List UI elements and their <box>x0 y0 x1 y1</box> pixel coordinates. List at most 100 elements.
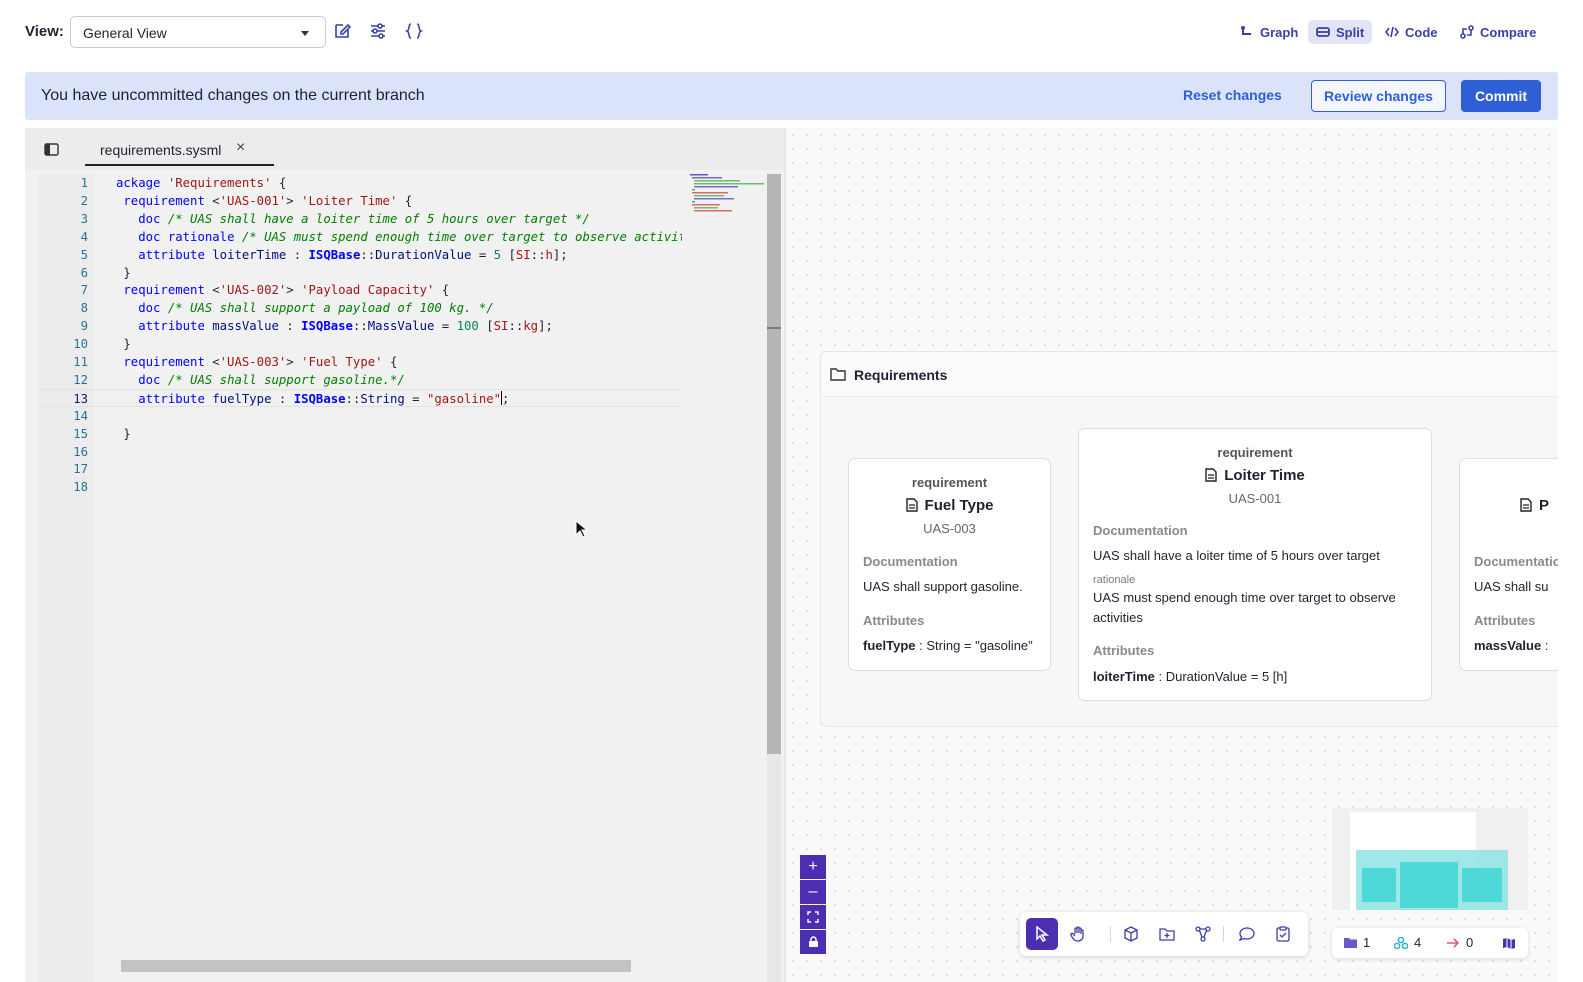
attributes-label: Attributes <box>863 613 925 628</box>
pan-tool[interactable] <box>1062 918 1094 950</box>
horizontal-scrollbar-thumb[interactable] <box>121 960 631 972</box>
reset-changes-button[interactable]: Reset changes <box>1183 87 1282 103</box>
graph-icon <box>1241 26 1251 35</box>
mode-graph-button[interactable]: Graph <box>1232 20 1306 44</box>
vertical-scrollbar-thumb[interactable] <box>767 174 781 754</box>
card-name-text: Fuel Type <box>924 497 994 514</box>
code-line-text: } <box>116 337 131 352</box>
element-count: 4 <box>1394 935 1421 950</box>
mode-compare-button[interactable]: Compare <box>1452 20 1544 44</box>
attribute-name: fuelType <box>863 638 916 653</box>
code-line[interactable]: 15 } <box>38 425 682 443</box>
card-stereotype: requirement <box>1217 445 1293 460</box>
document-icon <box>1205 468 1217 482</box>
add-package-tool[interactable] <box>1151 918 1183 950</box>
braces-icon[interactable] <box>405 22 423 40</box>
code-line[interactable]: 2 requirement <'UAS-001'> 'Loiter Time' … <box>38 192 682 210</box>
code-minimap[interactable] <box>688 174 768 214</box>
code-line-text: requirement <'UAS-003'> 'Fuel Type' { <box>123 355 398 369</box>
line-number: 7 <box>80 283 88 298</box>
line-number: 4 <box>80 229 88 244</box>
mode-code-button[interactable]: Code <box>1377 20 1446 44</box>
commit-button[interactable]: Commit <box>1461 80 1541 112</box>
line-number: 9 <box>80 319 88 334</box>
attributes-label: Attributes <box>1093 643 1155 658</box>
attribute-row: massValue : <box>1474 638 1548 653</box>
code-line[interactable]: 13 attribute fuelType : ISQBase::String … <box>38 388 682 407</box>
folder-plus-icon <box>1159 928 1175 941</box>
diagram-canvas[interactable]: Requirements requirement Fuel Type UAS-0… <box>786 128 1558 982</box>
mode-split-button[interactable]: Split <box>1308 20 1373 44</box>
code-line[interactable]: 17 <box>38 460 682 478</box>
attribute-value: : String = "gasoline" <box>915 638 1033 653</box>
line-number: 14 <box>73 408 88 423</box>
line-number: 10 <box>73 337 88 352</box>
add-requirement-tool[interactable] <box>1267 918 1299 950</box>
card-name: Fuel Type <box>849 497 1050 514</box>
code-line[interactable]: 1 ackage 'Requirements' { <box>38 174 682 192</box>
close-icon[interactable]: × <box>236 139 245 157</box>
select-tool[interactable] <box>1026 918 1058 950</box>
attribute-row: fuelType : String = "gasoline" <box>863 638 1033 653</box>
line-number: 5 <box>80 247 88 262</box>
code-line[interactable]: 9 attribute massValue : ISQBase::MassVal… <box>38 317 682 335</box>
code-line[interactable]: 10 } <box>38 335 682 353</box>
code-line[interactable]: 5 attribute loiterTime : ISQBase::Durati… <box>38 246 682 264</box>
package-header: Requirements <box>821 352 1558 397</box>
mode-code-label: Code <box>1405 24 1438 40</box>
code-line[interactable]: 14 <box>38 407 682 425</box>
element-count-value: 4 <box>1414 935 1422 950</box>
code-line[interactable]: 7 requirement <'UAS-002'> 'Payload Capac… <box>38 281 682 299</box>
code-line[interactable]: 16 <box>38 443 682 461</box>
code-editor-pane: requirements.sysml × 1 ackage 'Requiremen… <box>25 128 784 982</box>
add-comment-tool[interactable] <box>1231 918 1263 950</box>
zoom-in-button[interactable]: + <box>800 855 826 879</box>
arrow-right-icon <box>1447 937 1460 948</box>
mouse-pointer-icon <box>575 520 587 538</box>
network-icon <box>1195 926 1211 942</box>
card-stereotype: requirement <box>911 475 988 490</box>
documentation-label: Documentation <box>1474 554 1558 569</box>
add-connection-tool[interactable] <box>1187 918 1219 950</box>
line-number: 8 <box>80 301 88 316</box>
line-number: 3 <box>80 211 88 226</box>
code-line[interactable]: 3 doc /* UAS shall have a loiter time of… <box>38 210 682 228</box>
view-select[interactable]: General View <box>70 16 326 48</box>
code-line[interactable]: 4 doc rationale /* UAS must spend enough… <box>38 228 682 246</box>
code-line[interactable]: 11 requirement <'UAS-003'> 'Fuel Type' { <box>38 353 682 371</box>
line-number: 13 <box>73 391 88 406</box>
edit-icon[interactable] <box>333 22 351 40</box>
diagram-minimap[interactable] <box>1332 808 1528 910</box>
package-requirements[interactable]: Requirements requirement Fuel Type UAS-0… <box>820 351 1558 727</box>
file-tab-requirements[interactable]: requirements.sysml × <box>85 128 274 166</box>
code-line[interactable]: 6 } <box>38 264 682 282</box>
file-tab-label: requirements.sysml <box>100 142 222 158</box>
zoom-out-button[interactable]: – <box>800 880 826 904</box>
code-line[interactable]: 18 <box>38 478 682 496</box>
comment-icon <box>1239 927 1255 942</box>
cube-icon <box>1124 926 1138 942</box>
scroll-position-marker <box>767 327 781 329</box>
banner-message: You have uncommitted changes on the curr… <box>41 87 425 104</box>
line-number: 17 <box>73 462 88 477</box>
map-icon[interactable] <box>1502 937 1516 949</box>
requirement-card-fuel-type[interactable]: requirement Fuel Type UAS-003 Documentat… <box>848 458 1051 671</box>
chevron-down-icon <box>301 31 309 36</box>
code-icon <box>1385 26 1399 38</box>
review-changes-button[interactable]: Review changes <box>1311 80 1446 112</box>
package-title: Requirements <box>854 367 948 383</box>
lock-button[interactable] <box>800 930 826 954</box>
code-line-text: ackage 'Requirements' { <box>116 176 287 190</box>
line-number: 12 <box>73 372 88 387</box>
fit-view-button[interactable] <box>800 905 826 929</box>
filter-settings-icon[interactable] <box>369 22 387 40</box>
code-line-text: requirement <'UAS-002'> 'Payload Capacit… <box>123 283 450 298</box>
add-part-tool[interactable] <box>1115 918 1147 950</box>
code-line[interactable]: 12 doc /* UAS shall support gasoline.*/ <box>38 371 682 389</box>
attribute-name: loiterTime <box>1093 669 1155 684</box>
code-line[interactable]: 8 doc /* UAS shall support a payload of … <box>38 299 682 317</box>
requirement-card-loiter-time[interactable]: requirement Loiter Time UAS-001 Document… <box>1078 428 1432 701</box>
requirement-card-payload-capacity[interactable]: P Documentation UAS shall su Attributes … <box>1459 458 1558 671</box>
code-text-area[interactable]: 1 ackage 'Requirements' {2 requirement <'… <box>38 174 682 982</box>
sidebar-toggle-icon[interactable] <box>44 143 59 156</box>
